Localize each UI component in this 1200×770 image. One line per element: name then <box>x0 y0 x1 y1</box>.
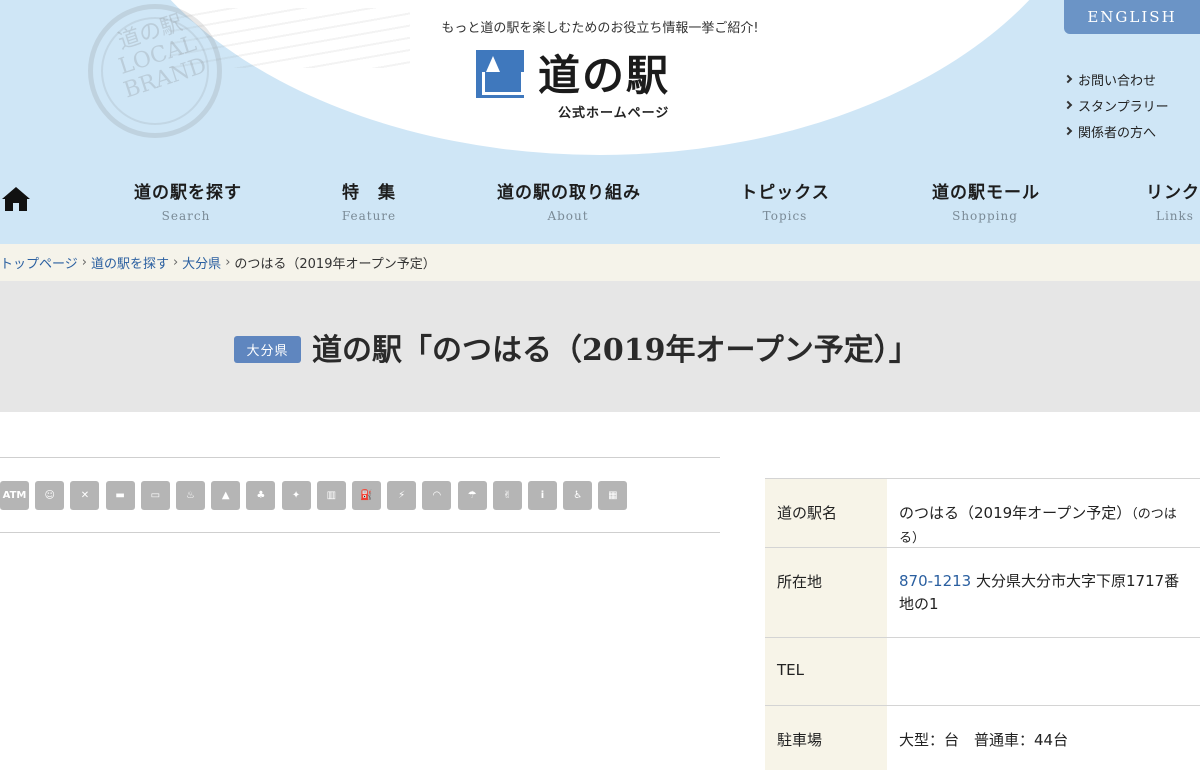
chevron-right-icon <box>1063 100 1073 110</box>
station-info-table: 道の駅名 のつはる（2019年オープン予定）（のつはる） 所在地 870-121… <box>765 478 1200 770</box>
nav-item-about[interactable]: 道の駅の取り組み About <box>497 178 641 223</box>
ev-charger-icon: ⚡ <box>387 481 417 510</box>
breadcrumb-link-prefecture[interactable]: 大分県 <box>182 253 221 272</box>
info-label: 駐車場 <box>765 706 887 770</box>
lodging-icon: ▭ <box>140 481 170 510</box>
info-label: 道の駅名 <box>765 479 887 547</box>
logo-title: 道の駅 <box>538 51 671 100</box>
logo-subtitle: 公式ホームページ <box>558 106 670 121</box>
nav-label-jp: 道の駅モール <box>932 183 1040 203</box>
title-band: 大分県 道の駅「のつはる（2019年オープン予定）」 <box>0 281 1200 412</box>
info-value-tel <box>887 638 1200 705</box>
nav-item-links[interactable]: リンク Links <box>1146 178 1200 223</box>
nav-label-en: Topics <box>762 209 808 223</box>
breadcrumb-separator: › <box>225 255 231 270</box>
prefecture-badge[interactable]: 大分県 <box>234 336 301 363</box>
breadcrumb-link-top[interactable]: トップページ <box>0 253 78 272</box>
breadcrumb-separator: › <box>172 255 179 270</box>
information-icon: i <box>528 481 557 510</box>
home-icon[interactable] <box>1 186 31 212</box>
side-link-label: スタンプラリー <box>1078 99 1169 115</box>
shower-icon: ☂ <box>457 481 487 510</box>
side-link-label: 関係者の方へ <box>1078 125 1157 141</box>
nav-item-topics[interactable]: トピックス Topics <box>740 178 830 223</box>
nav-label-jp: トピックス <box>740 183 830 203</box>
english-button[interactable]: ENGLISH <box>1064 0 1200 34</box>
info-row-tel: TEL <box>765 638 1200 706</box>
nav-item-shopping[interactable]: 道の駅モール Shopping <box>932 178 1040 223</box>
info-label: TEL <box>765 638 887 705</box>
info-value-parking: 大型：台 普通車：44台 <box>899 731 1069 749</box>
chevron-right-icon <box>1063 126 1073 136</box>
info-row-parking: 駐車場 大型：台 普通車：44台 <box>765 706 1200 770</box>
header-side-links: お問い合わせ スタンプラリー 関係者の方へ <box>1063 66 1200 144</box>
stakeholders-link[interactable]: 関係者の方へ <box>1063 118 1200 144</box>
experience-icon: ✌ <box>492 481 522 510</box>
site-logo[interactable]: 道の駅 公式ホームページ <box>476 46 716 121</box>
shop-icon: ▦ <box>598 481 628 510</box>
nav-label-en: Shopping <box>952 209 1018 223</box>
nav-label-jp: 道の駅の取り組み <box>497 183 641 203</box>
chevron-right-icon <box>1063 74 1073 84</box>
accessible-icon: ♿ <box>563 481 593 510</box>
logo-mark-icon <box>476 50 524 98</box>
nav-label-en: Search <box>161 209 211 223</box>
global-nav: 道の駅を探す Search 特 集 Feature 道の駅の取り組み About… <box>0 172 1200 228</box>
nav-label-jp: リンク <box>1146 183 1200 203</box>
breadcrumb-separator: › <box>81 255 87 270</box>
facility-icons-row: ATM ☺ ✕ ▬ ▭ ♨ ▲ ♣ ✦ ▥ ⛽ ⚡ ◠ ☂ ✌ i ♿ ▦ <box>0 457 720 533</box>
wifi-icon: ◠ <box>422 481 452 510</box>
nav-label-en: Feature <box>341 209 397 223</box>
zip-code-link[interactable]: 870-1213 <box>899 572 971 590</box>
breadcrumb-link-search[interactable]: 道の駅を探す <box>91 253 169 272</box>
nav-label-en: About <box>547 209 589 223</box>
info-row-name: 道の駅名 のつはる（2019年オープン予定）（のつはる） <box>765 479 1200 548</box>
info-label: 所在地 <box>765 548 887 637</box>
hot-spring-icon: ♨ <box>176 481 205 510</box>
site-tagline: もっと道の駅を楽しむためのお役立ち情報一挙ご紹介! <box>441 21 759 36</box>
nav-label-jp: 道の駅を探す <box>134 183 242 203</box>
page-title: 道の駅「のつはる（2019年オープン予定）」 <box>312 333 919 368</box>
info-value-name: のつはる（2019年オープン予定）（のつはる） <box>887 479 1200 547</box>
info-value-address: 870-1213 大分県大分市大字下原1717番地の1 <box>887 548 1200 637</box>
nav-item-search[interactable]: 道の駅を探す Search <box>134 178 242 223</box>
stamp-rally-link[interactable]: スタンプラリー <box>1063 92 1200 118</box>
contact-link[interactable]: お問い合わせ <box>1063 66 1200 92</box>
atm-icon: ATM <box>0 481 29 510</box>
camping-icon: ▲ <box>211 481 241 510</box>
observatory-icon: ✦ <box>281 481 311 510</box>
nav-label-en: Links <box>1156 209 1194 223</box>
site-header: 道の駅 LOCAL BRAND もっと道の駅を楽しむためのお役立ち情報一挙ご紹介… <box>0 0 1200 244</box>
side-link-label: お問い合わせ <box>1078 73 1157 89</box>
station-name: のつはる（2019年オープン予定） <box>899 504 1132 522</box>
gas-station-icon: ⛽ <box>352 481 381 510</box>
cafe-icon: ▬ <box>105 481 135 510</box>
museum-icon: ▥ <box>316 481 346 510</box>
restaurant-icon: ✕ <box>70 481 100 510</box>
breadcrumb: トップページ › 道の駅を探す › 大分県 › のつはる（2019年オープン予定… <box>0 244 1200 281</box>
park-icon: ♣ <box>246 481 276 510</box>
nav-item-feature[interactable]: 特 集 Feature <box>333 178 405 223</box>
nav-label-jp: 特 集 <box>342 183 396 203</box>
baby-care-icon: ☺ <box>35 481 65 510</box>
breadcrumb-current: のつはる（2019年オープン予定） <box>234 257 436 272</box>
info-row-address: 所在地 870-1213 大分県大分市大字下原1717番地の1 <box>765 548 1200 638</box>
